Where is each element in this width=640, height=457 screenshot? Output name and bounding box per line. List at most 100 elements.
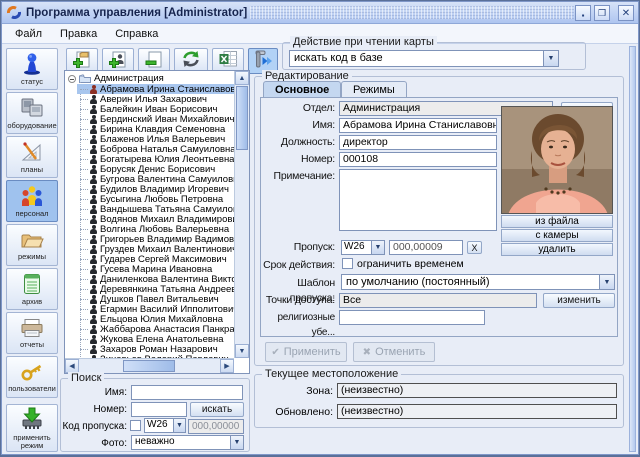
person-icon bbox=[90, 115, 97, 124]
person-icon bbox=[90, 245, 97, 254]
tree-person-row[interactable]: Балейкин Иван Борисович bbox=[77, 104, 234, 114]
card-action-select[interactable]: искать код в базе bbox=[289, 50, 559, 67]
tree-horizontal-scrollbar[interactable]: ◀ ▶ bbox=[65, 358, 234, 373]
access-change-button[interactable]: изменить bbox=[543, 293, 615, 308]
scroll-down-icon[interactable]: ▼ bbox=[235, 344, 249, 358]
pass-template-select[interactable]: по умолчанию (постоянный) bbox=[341, 274, 615, 290]
status-icon bbox=[21, 52, 43, 78]
sidebar-item-reports[interactable]: отчеты bbox=[6, 312, 58, 354]
search-name-input[interactable] bbox=[131, 385, 243, 400]
religion-label: религиозные убе... bbox=[263, 310, 339, 340]
tree-person-row[interactable]: Жаббарова Анастасия Панкратьевна bbox=[77, 324, 234, 334]
search-passcode-checkbox[interactable] bbox=[130, 420, 141, 431]
tree-person-row[interactable]: Ельцова Юлия Михайловна bbox=[77, 314, 234, 324]
tree-person-row[interactable]: Бирина Клавдия Семеновна bbox=[77, 124, 234, 134]
tree-person-row[interactable]: Бердинский Иван Михайлович bbox=[77, 114, 234, 124]
pass-code-field[interactable]: 000,00009 bbox=[389, 240, 463, 255]
tab-modes[interactable]: Режимы bbox=[341, 81, 407, 98]
number-field[interactable]: 000108 bbox=[339, 152, 497, 167]
search-photo-value: неважно bbox=[132, 436, 230, 449]
sidebar-item-label: отчеты bbox=[20, 341, 44, 349]
person-icon bbox=[90, 215, 97, 224]
person-icon bbox=[90, 95, 97, 104]
sidebar-item-label: статус bbox=[21, 78, 43, 86]
tree-root-node[interactable]: Администрация bbox=[68, 73, 234, 84]
validity-checkbox[interactable] bbox=[342, 258, 353, 269]
plans-icon bbox=[20, 141, 44, 166]
chevron-down-icon[interactable] bbox=[599, 275, 614, 289]
main-tab-panel: Отдел: Администрация ... Имя: Абрамова И… bbox=[260, 97, 618, 337]
photo-from-file-button[interactable]: из файла bbox=[501, 215, 613, 228]
sidebar-item-equipment[interactable]: оборудование bbox=[6, 92, 58, 134]
sidebar-item-modes[interactable]: режимы bbox=[6, 224, 58, 266]
search-button[interactable]: искать bbox=[190, 402, 244, 417]
religion-field[interactable] bbox=[339, 310, 485, 325]
name-field[interactable]: Абрамова Ирина Станиславовна bbox=[339, 118, 497, 133]
maximize-icon[interactable] bbox=[594, 5, 610, 21]
vertical-scroll-thumb[interactable] bbox=[236, 86, 248, 150]
tree-person-row[interactable]: Захаров Роман Назарович bbox=[77, 344, 234, 354]
tree-person-row[interactable]: Груздев Михаил Валентинович bbox=[77, 244, 234, 254]
chevron-down-icon[interactable] bbox=[230, 436, 243, 449]
note-textarea[interactable] bbox=[339, 169, 497, 231]
chevron-down-icon[interactable] bbox=[543, 51, 558, 66]
tree-person-row[interactable]: Даниленкова Валентина Викторовна bbox=[77, 274, 234, 284]
zone-label: Зона: bbox=[255, 385, 333, 397]
tree-person-row[interactable]: Будилов Владимир Игоревич bbox=[77, 184, 234, 194]
pass-clear-button[interactable]: X bbox=[467, 241, 482, 254]
sidebar-item-users[interactable]: пользователи bbox=[6, 356, 58, 398]
menu-file[interactable]: Файл bbox=[6, 25, 51, 43]
vertical-splitter[interactable] bbox=[629, 46, 636, 452]
tree-person-row[interactable]: Гусева Марина Ивановна bbox=[77, 264, 234, 274]
scroll-left-icon[interactable]: ◀ bbox=[65, 359, 79, 373]
tree-person-row[interactable]: Гударев Сергей Максимович bbox=[77, 254, 234, 264]
search-photo-select[interactable]: неважно bbox=[131, 435, 244, 450]
tree-person-row[interactable]: Жукова Елена Анатольевна bbox=[77, 334, 234, 344]
photo-from-camera-button[interactable]: с камеры bbox=[501, 229, 613, 242]
photo-delete-button[interactable]: удалить bbox=[501, 243, 613, 256]
tree-person-row[interactable]: Вандышева Татьяна Самуиловна bbox=[77, 204, 234, 214]
search-number-input[interactable] bbox=[131, 402, 187, 417]
chevron-down-icon[interactable] bbox=[173, 419, 185, 432]
tab-main[interactable]: Основное bbox=[263, 81, 341, 98]
photo-panel: из файла с камеры удалить bbox=[501, 106, 613, 256]
tree-person-row[interactable]: Деревянкина Татьяна Андреевна bbox=[77, 284, 234, 294]
apply-mode-button[interactable]: применить режим bbox=[6, 404, 58, 452]
tree-person-row[interactable]: Богатырева Юлия Леонтьевна bbox=[77, 154, 234, 164]
tree-person-row[interactable]: Абрамова Ирина Станиславовна bbox=[77, 84, 234, 94]
dept-label: Отдел: bbox=[263, 101, 339, 116]
horizontal-scroll-thumb[interactable] bbox=[123, 360, 175, 372]
tree-person-row[interactable]: Блаженов Илья Валерьевич bbox=[77, 134, 234, 144]
tree-person-row[interactable]: Бусыгина Любовь Петровна bbox=[77, 194, 234, 204]
tree-vertical-scrollbar[interactable]: ▲ ▼ bbox=[234, 71, 249, 358]
tree-person-row[interactable]: Душков Павел Витальевич bbox=[77, 294, 234, 304]
menu-edit[interactable]: Правка bbox=[51, 25, 106, 43]
sidebar-item-archive[interactable]: архив bbox=[6, 268, 58, 310]
cancel-icon: ✖ bbox=[363, 347, 371, 358]
close-icon[interactable] bbox=[618, 5, 634, 21]
access-points-label: Точки доступа: bbox=[263, 293, 339, 308]
sidebar-item-label: планы bbox=[21, 166, 43, 174]
person-icon bbox=[90, 285, 97, 294]
chevron-down-icon[interactable] bbox=[371, 241, 384, 254]
tree-person-row[interactable]: Бугрова Валентина Самуиловна bbox=[77, 174, 234, 184]
position-field[interactable]: директор bbox=[339, 135, 497, 150]
scroll-right-icon[interactable]: ▶ bbox=[220, 359, 234, 373]
tree-person-row[interactable]: Боброва Наталья Самуиловна bbox=[77, 144, 234, 154]
tree-person-row[interactable]: Григорьев Владимир Вадимович bbox=[77, 234, 234, 244]
tree-person-row[interactable]: Егармин Василий Ипполитович bbox=[77, 304, 234, 314]
menu-help[interactable]: Справка bbox=[106, 25, 167, 43]
sidebar-item-plans[interactable]: планы bbox=[6, 136, 58, 178]
collapse-icon[interactable] bbox=[68, 75, 76, 83]
tree-person-row[interactable]: Борусяк Денис Борисович bbox=[77, 164, 234, 174]
tree-person-row[interactable]: Водянов Михаил Владимирович bbox=[77, 214, 234, 224]
search-pass-format-select[interactable]: W26 bbox=[144, 418, 186, 433]
minimize-icon[interactable] bbox=[575, 5, 591, 21]
tree-person-row[interactable]: Аверин Илья Захарович bbox=[77, 94, 234, 104]
pass-format-select[interactable]: W26 bbox=[341, 240, 385, 255]
tree-person-row[interactable]: Волгина Любовь Валерьевна bbox=[77, 224, 234, 234]
scroll-up-icon[interactable]: ▲ bbox=[235, 71, 249, 85]
sidebar-item-status[interactable]: статус bbox=[6, 48, 58, 90]
title-bar[interactable]: Программа управления [Administrator] bbox=[2, 2, 638, 24]
sidebar-item-personnel[interactable]: персонал bbox=[6, 180, 58, 222]
